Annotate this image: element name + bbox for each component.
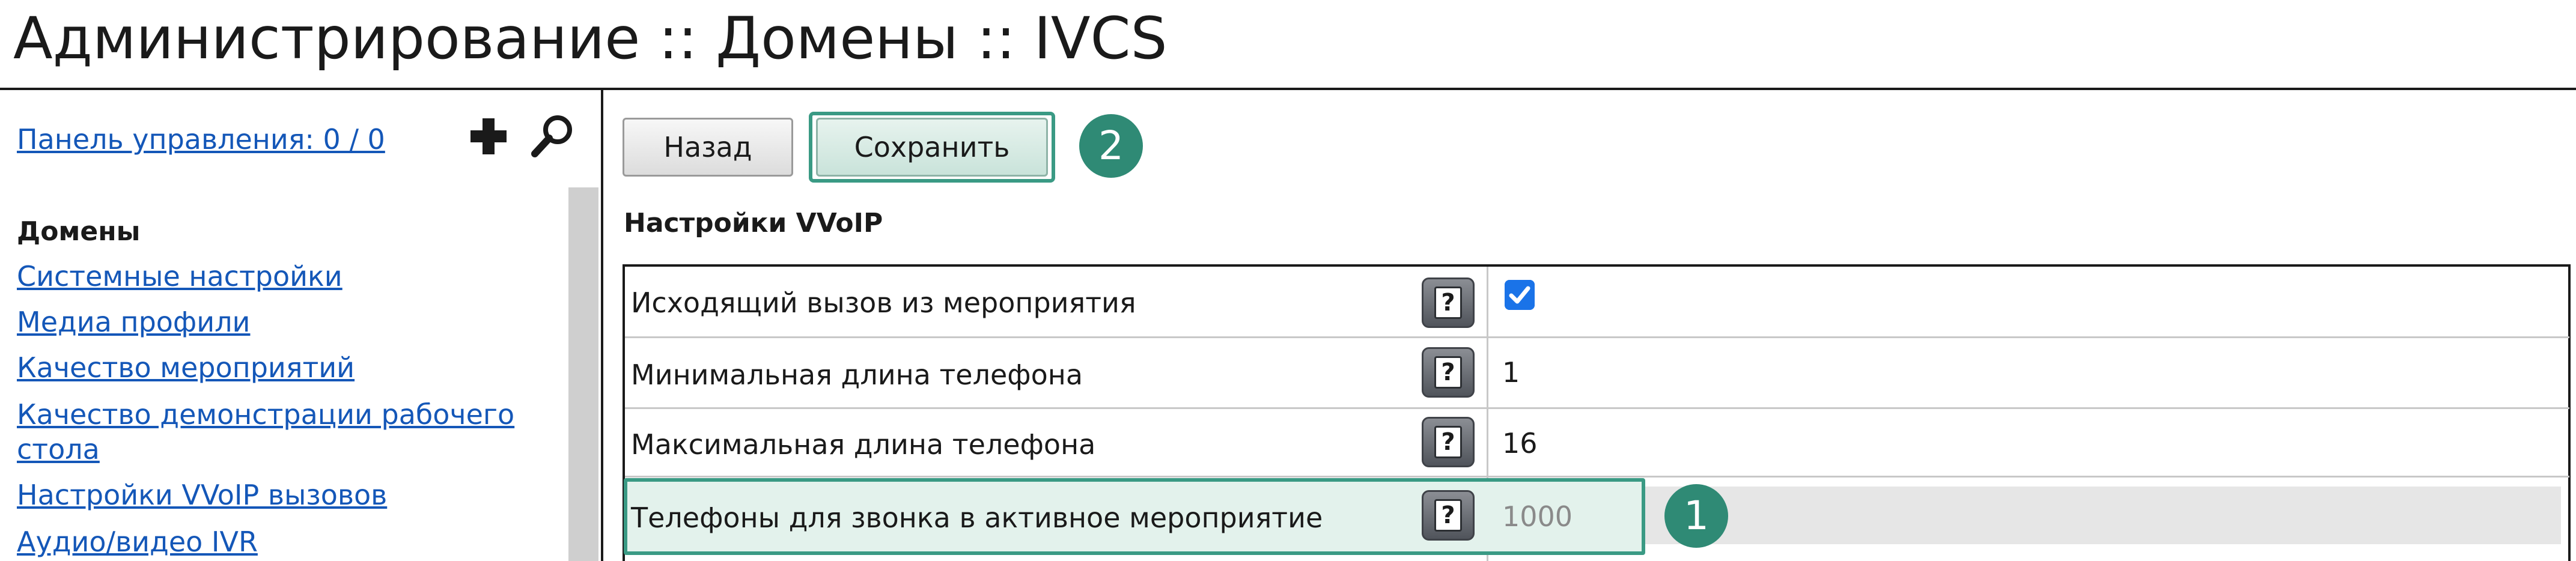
sidebar-heading-domains: Домены (17, 216, 141, 247)
setting-label-max-phone-length: Максимальная длина телефона (631, 428, 1096, 461)
row-divider (625, 476, 2569, 478)
help-button[interactable]: ? (1422, 277, 1475, 328)
magnifier-icon[interactable] (530, 113, 576, 159)
sidebar-item-vvoip-settings[interactable]: Настройки VVoIP вызовов (17, 477, 387, 513)
panel-divider (601, 90, 603, 561)
sidebar: Панель управления: 0 / 0 Домены Системны… (0, 90, 601, 561)
back-button[interactable]: Назад (623, 118, 793, 177)
page-title: Администрирование :: Домены :: IVCS (13, 5, 1168, 72)
sidebar-item-desktop-quality[interactable]: Качество демонстрации рабочего (17, 396, 514, 432)
setting-label-min-phone-length: Минимальная длина телефона (631, 359, 1083, 391)
active-event-phones-field[interactable] (1495, 487, 2561, 544)
sidebar-item-event-quality[interactable]: Качество мероприятий (17, 350, 355, 386)
save-button[interactable]: Сохранить (816, 118, 1048, 177)
question-icon: ? (1434, 499, 1462, 532)
max-phone-length-value[interactable]: 16 (1502, 425, 1538, 461)
setting-label-active-event-phones: Телефоны для звонка в активное мероприят… (631, 502, 1323, 534)
plus-icon[interactable] (467, 115, 510, 157)
sidebar-item-system-settings[interactable]: Системные настройки (17, 258, 343, 294)
sidebar-item-audio-video-ivr[interactable]: Аудио/видео IVR (17, 524, 258, 560)
active-event-phones-placeholder[interactable]: 1000 (1502, 499, 1573, 535)
section-title: Настройки VVoIP (624, 208, 883, 238)
sidebar-item-media-profiles[interactable]: Медиа профили (17, 304, 250, 340)
sidebar-scrollbar[interactable] (568, 187, 598, 561)
setting-label-outgoing-call: Исходящий вызов из мероприятия (631, 287, 1136, 319)
help-button[interactable]: ? (1422, 347, 1475, 398)
row-divider (625, 336, 2569, 338)
row-divider (625, 407, 2569, 409)
question-icon: ? (1434, 426, 1462, 458)
help-button[interactable]: ? (1422, 417, 1475, 467)
step-badge-2: 2 (1079, 114, 1143, 178)
control-panel-link[interactable]: Панель управления: 0 / 0 (17, 121, 385, 157)
question-icon: ? (1434, 356, 1462, 389)
step-badge-1: 1 (1664, 484, 1728, 548)
sidebar-item-desktop-quality-cont[interactable]: стола (17, 431, 100, 467)
help-button[interactable]: ? (1422, 490, 1475, 541)
question-icon: ? (1434, 287, 1462, 319)
min-phone-length-value[interactable]: 1 (1502, 354, 1520, 390)
outgoing-call-checkbox[interactable] (1505, 280, 1535, 310)
